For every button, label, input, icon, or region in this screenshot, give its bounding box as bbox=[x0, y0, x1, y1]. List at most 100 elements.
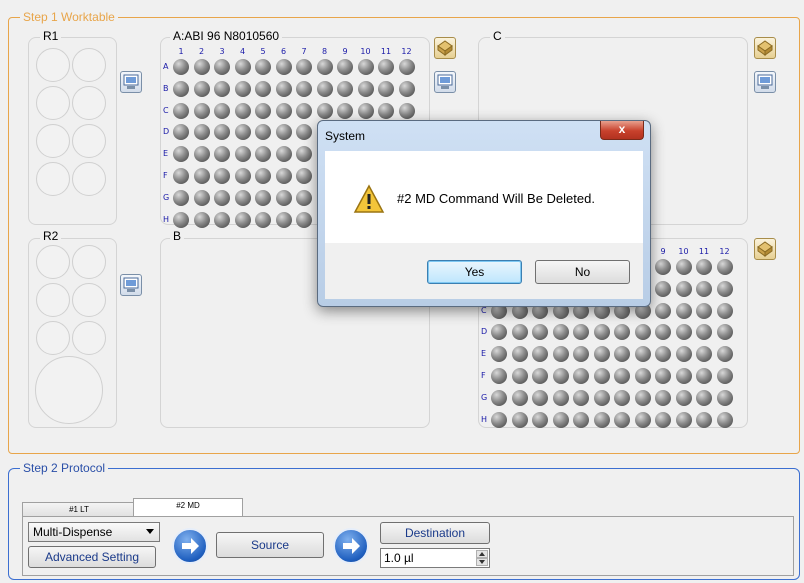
plate-well[interactable] bbox=[552, 324, 569, 341]
plate-well[interactable] bbox=[398, 80, 415, 97]
plate-well[interactable] bbox=[173, 211, 189, 228]
plate-well[interactable] bbox=[275, 124, 292, 141]
plate-well[interactable] bbox=[193, 211, 210, 228]
plate-well[interactable] bbox=[193, 189, 210, 206]
reservoir-slot[interactable] bbox=[36, 124, 70, 158]
plate-well[interactable] bbox=[675, 368, 692, 384]
plate-well[interactable] bbox=[214, 189, 230, 206]
reservoir-slot[interactable] bbox=[72, 48, 106, 82]
plate-well[interactable] bbox=[275, 59, 292, 75]
plate-well[interactable] bbox=[511, 324, 528, 341]
tab-md[interactable]: #2 MD bbox=[133, 498, 243, 518]
source-button[interactable]: Source bbox=[216, 532, 324, 558]
plate-well[interactable] bbox=[275, 102, 292, 119]
plate-well[interactable] bbox=[696, 389, 712, 406]
plate-well[interactable] bbox=[655, 280, 671, 297]
plate-well[interactable] bbox=[193, 168, 210, 184]
plate-well[interactable] bbox=[552, 389, 569, 406]
plate-c-tips-icon[interactable] bbox=[754, 37, 776, 59]
r2-view-icon[interactable] bbox=[120, 274, 142, 296]
plate-well[interactable] bbox=[593, 368, 610, 384]
plate-well[interactable] bbox=[296, 211, 312, 228]
plate-well[interactable] bbox=[675, 346, 692, 363]
plate-well[interactable] bbox=[337, 102, 353, 119]
plate-well[interactable] bbox=[696, 302, 712, 319]
plate-well[interactable] bbox=[655, 368, 671, 384]
plate-well[interactable] bbox=[511, 411, 528, 428]
plate-well[interactable] bbox=[214, 168, 230, 184]
plate-well[interactable] bbox=[716, 389, 733, 406]
plate-well[interactable] bbox=[573, 411, 589, 428]
plate-d-tips-icon[interactable] bbox=[754, 238, 776, 260]
plate-well[interactable] bbox=[173, 102, 189, 119]
plate-well[interactable] bbox=[378, 102, 394, 119]
plate-well[interactable] bbox=[173, 168, 189, 184]
plate-well[interactable] bbox=[655, 389, 671, 406]
plate-well[interactable] bbox=[716, 259, 733, 275]
plate-well[interactable] bbox=[614, 389, 630, 406]
plate-well[interactable] bbox=[675, 389, 692, 406]
plate-well[interactable] bbox=[634, 389, 651, 406]
plate-well[interactable] bbox=[716, 324, 733, 341]
plate-well[interactable] bbox=[511, 346, 528, 363]
plate-well[interactable] bbox=[234, 59, 251, 75]
plate-well[interactable] bbox=[357, 80, 374, 97]
volume-stepper[interactable]: 1.0 µl bbox=[380, 548, 490, 568]
plate-well[interactable] bbox=[532, 411, 548, 428]
plate-well[interactable] bbox=[675, 324, 692, 341]
plate-well[interactable] bbox=[634, 368, 651, 384]
plate-well[interactable] bbox=[173, 59, 189, 75]
plate-well[interactable] bbox=[675, 280, 692, 297]
plate-well[interactable] bbox=[552, 346, 569, 363]
plate-well[interactable] bbox=[593, 324, 610, 341]
plate-well[interactable] bbox=[193, 124, 210, 141]
plate-well[interactable] bbox=[234, 102, 251, 119]
plate-well[interactable] bbox=[593, 389, 610, 406]
reservoir-slot[interactable] bbox=[72, 86, 106, 120]
plate-well[interactable] bbox=[675, 411, 692, 428]
plate-well[interactable] bbox=[255, 102, 271, 119]
plate-well[interactable] bbox=[511, 368, 528, 384]
plate-well[interactable] bbox=[511, 389, 528, 406]
plate-well[interactable] bbox=[593, 346, 610, 363]
plate-well[interactable] bbox=[398, 102, 415, 119]
plate-well[interactable] bbox=[337, 59, 353, 75]
close-button[interactable]: x bbox=[600, 121, 644, 140]
stepper-down-icon[interactable] bbox=[476, 558, 488, 566]
plate-well[interactable] bbox=[255, 189, 271, 206]
plate-well[interactable] bbox=[532, 368, 548, 384]
plate-well[interactable] bbox=[316, 102, 333, 119]
plate-well[interactable] bbox=[634, 324, 651, 341]
plate-well[interactable] bbox=[214, 211, 230, 228]
plate-well[interactable] bbox=[696, 280, 712, 297]
plate-well[interactable] bbox=[316, 80, 333, 97]
plate-well[interactable] bbox=[255, 80, 271, 97]
plate-well[interactable] bbox=[275, 146, 292, 163]
plate-well[interactable] bbox=[234, 211, 251, 228]
plate-well[interactable] bbox=[193, 80, 210, 97]
plate-well[interactable] bbox=[357, 102, 374, 119]
plate-well[interactable] bbox=[655, 302, 671, 319]
plate-well[interactable] bbox=[275, 189, 292, 206]
plate-well[interactable] bbox=[193, 102, 210, 119]
reservoir-large-slot[interactable] bbox=[35, 356, 103, 424]
plate-well[interactable] bbox=[296, 59, 312, 75]
plate-well[interactable] bbox=[296, 80, 312, 97]
plate-well[interactable] bbox=[532, 389, 548, 406]
plate-well[interactable] bbox=[214, 80, 230, 97]
stepper-up-icon[interactable] bbox=[476, 550, 488, 558]
plate-well[interactable] bbox=[173, 189, 189, 206]
plate-well[interactable] bbox=[255, 168, 271, 184]
plate-well[interactable] bbox=[255, 59, 271, 75]
plate-well[interactable] bbox=[593, 411, 610, 428]
plate-well[interactable] bbox=[491, 368, 507, 384]
plate-well[interactable] bbox=[552, 411, 569, 428]
reservoir-slot[interactable] bbox=[72, 162, 106, 196]
plate-well[interactable] bbox=[675, 259, 692, 275]
advanced-setting-button[interactable]: Advanced Setting bbox=[28, 546, 156, 568]
plate-well[interactable] bbox=[296, 168, 312, 184]
mode-select[interactable]: Multi-Dispense bbox=[28, 522, 160, 542]
plate-well[interactable] bbox=[234, 168, 251, 184]
plate-well[interactable] bbox=[716, 346, 733, 363]
plate-a-tips-icon[interactable] bbox=[434, 37, 456, 59]
